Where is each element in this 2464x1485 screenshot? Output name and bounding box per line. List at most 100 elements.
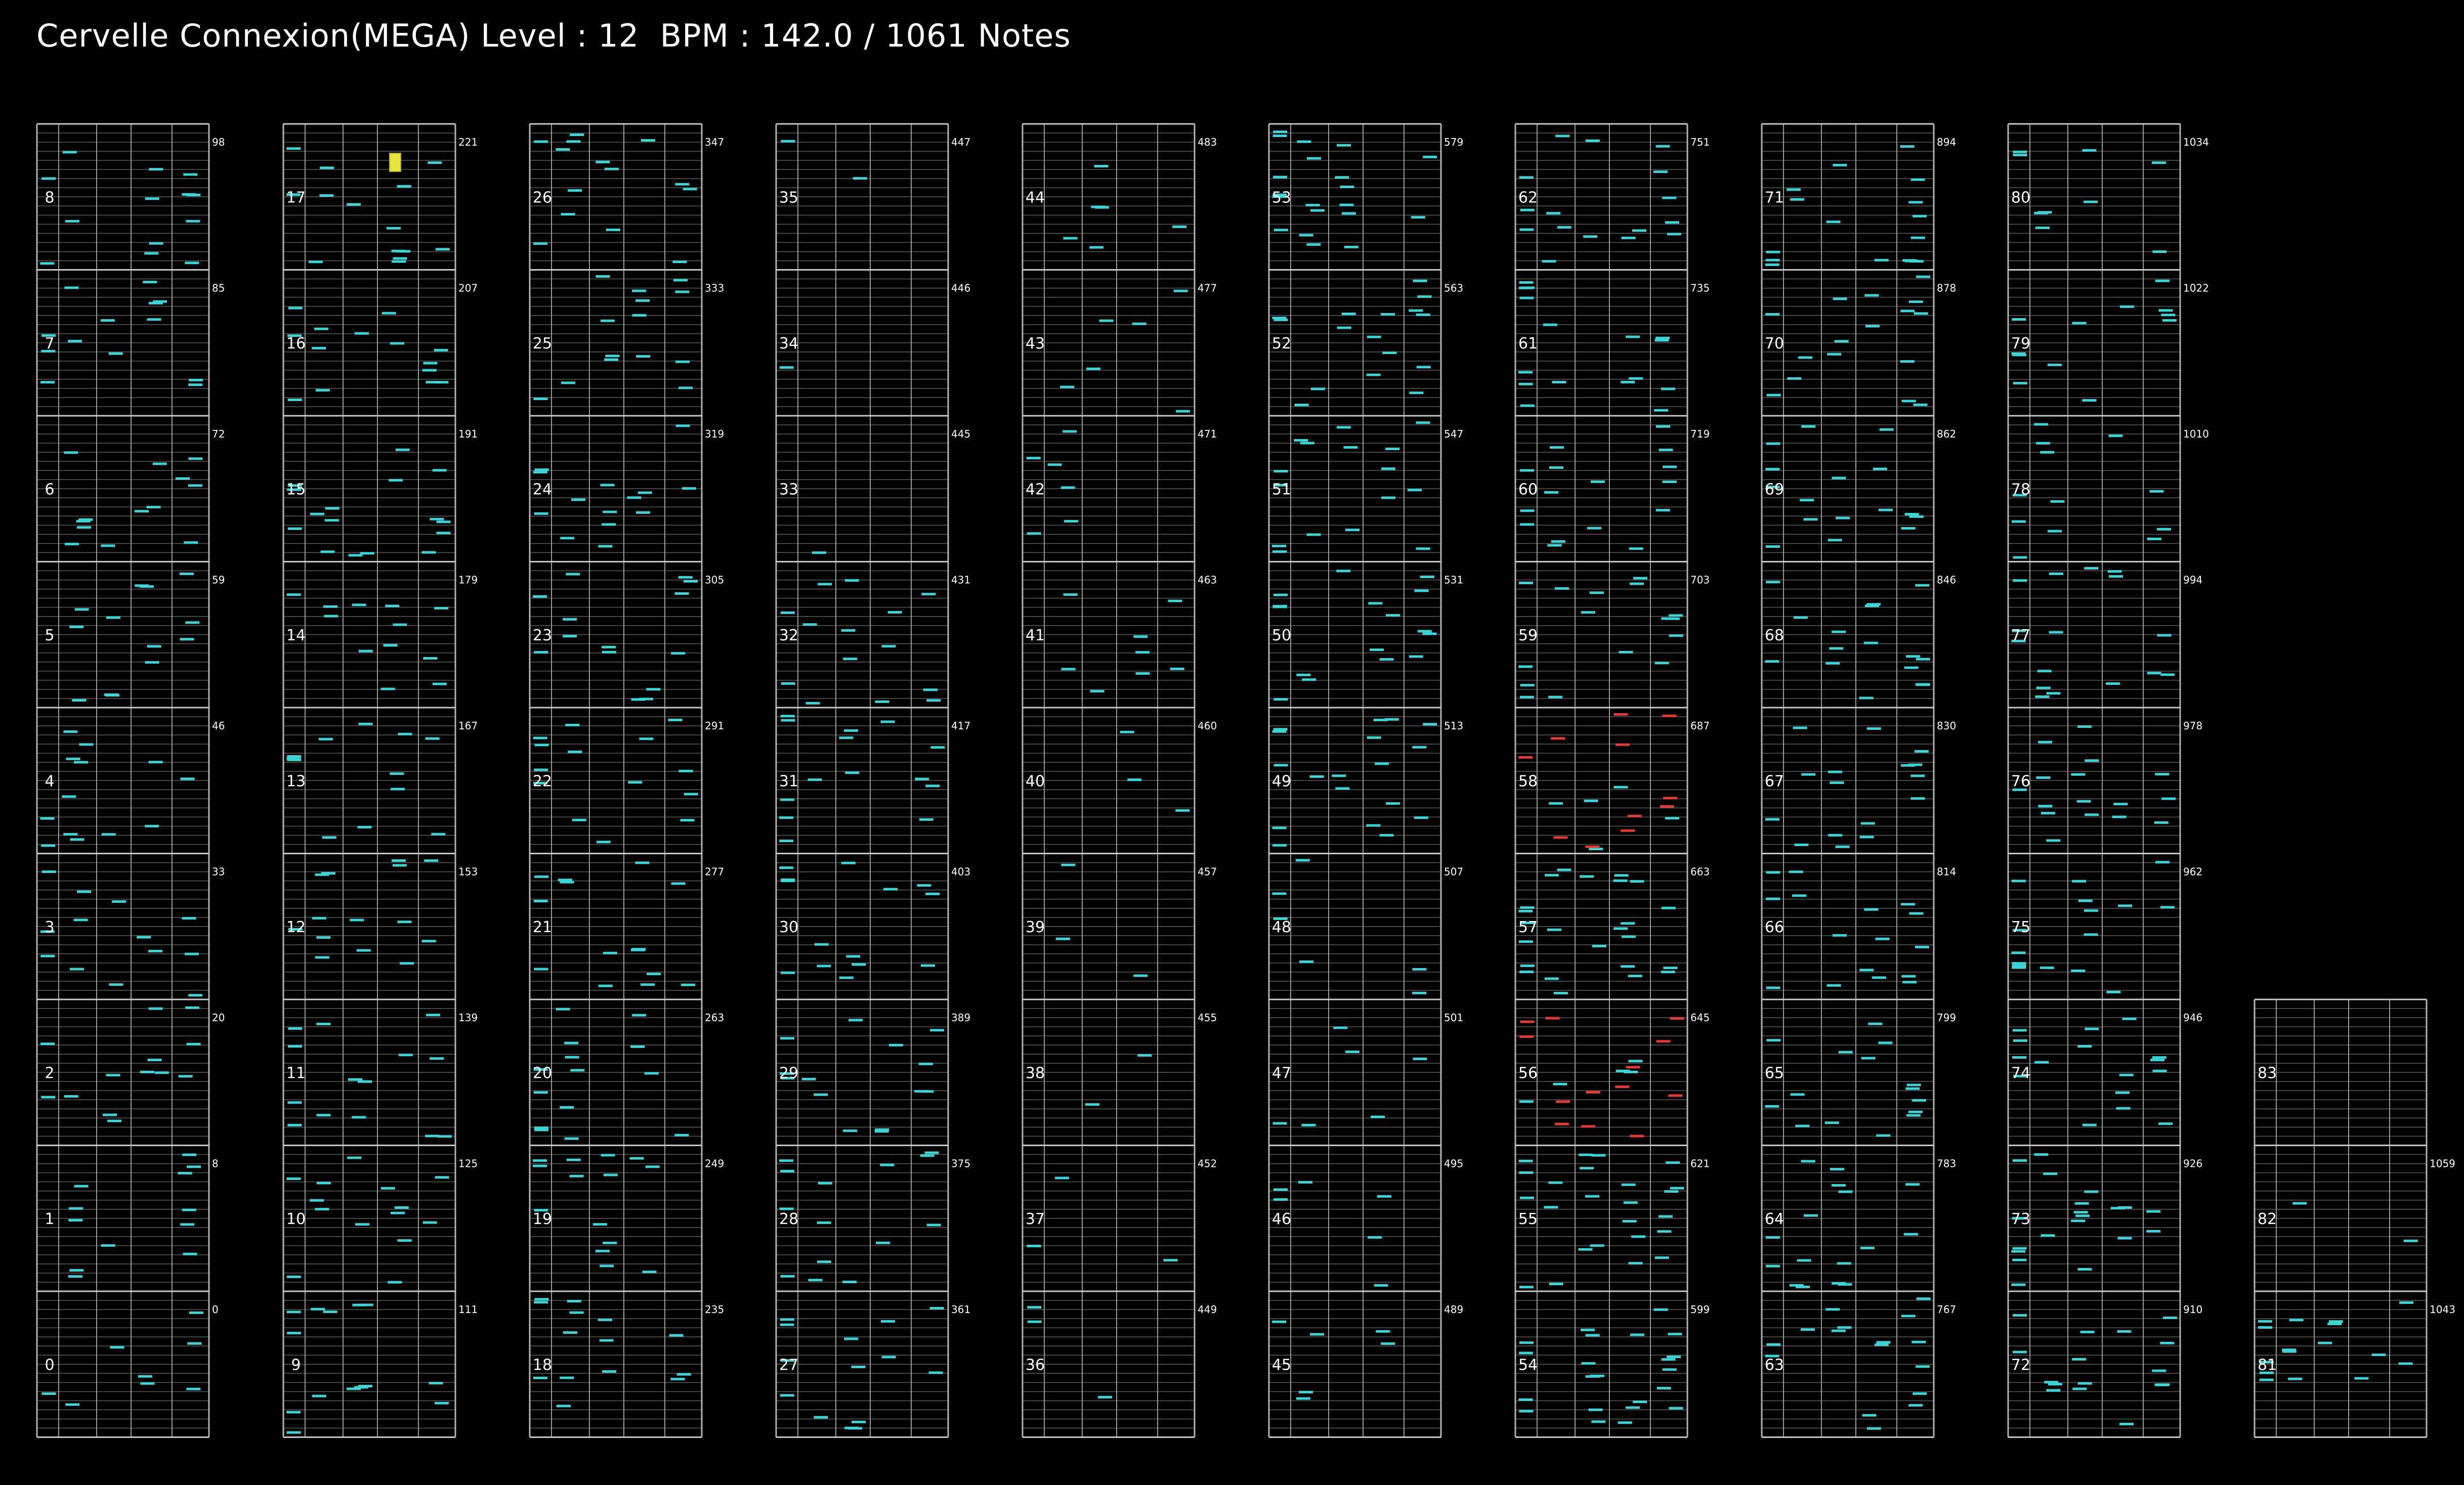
note [842,1281,857,1283]
note [1900,310,1915,313]
note [631,948,646,951]
note [1655,145,1670,148]
note-count-label: 735 [1690,282,1710,294]
note [2013,1350,2027,1353]
note [65,1403,80,1406]
note [631,698,646,701]
note [1660,805,1674,808]
note-count-label: 333 [705,282,724,294]
note [2117,1237,2132,1240]
note [632,1014,647,1017]
note [315,873,329,876]
note [2048,530,2062,533]
note [2160,673,2175,676]
note [140,1071,154,1073]
note [605,355,620,358]
note [312,1394,326,1397]
measure-number: 56 [1518,1064,1538,1082]
note-count-label: 477 [1198,282,1217,294]
note-count-label: 846 [1937,574,1956,586]
note [1423,155,1437,158]
note [1614,874,1629,877]
note [40,381,55,384]
note [138,1375,152,1378]
note [1519,296,1534,299]
note [2076,800,2091,803]
measure-number: 63 [1765,1356,1784,1374]
note [1864,908,1879,911]
note [395,448,410,451]
note [1623,1201,1638,1204]
note [1766,897,1780,900]
note [1830,1168,1844,1171]
note [316,936,331,939]
note [603,951,617,954]
note [598,545,613,548]
note [1381,467,1395,470]
note [2122,1017,2137,1020]
note [1554,1122,1569,1125]
note [2034,1153,2049,1156]
note [1827,353,1842,356]
note [1520,469,1534,472]
note [818,583,832,586]
note [780,1037,795,1040]
note [182,1208,196,1211]
note [880,1163,895,1166]
note [1663,797,1677,800]
note [2012,354,2027,357]
note-count-label: 446 [951,282,970,294]
note [1655,336,1670,339]
note [1613,879,1628,882]
measure-number: 4 [45,772,54,790]
note [1872,976,1886,979]
note [1273,130,1287,134]
measure-number: 26 [533,189,552,206]
note [1027,532,1041,535]
note [2012,1258,2027,1261]
note [563,618,577,621]
measure-number: 58 [1518,772,1538,790]
note [1860,1246,1875,1249]
note [2036,686,2051,689]
note [926,1224,941,1227]
note [676,1373,691,1376]
note [185,1006,200,1009]
note [1664,1190,1679,1193]
note [1654,409,1669,412]
note [678,576,693,579]
note [1826,221,1841,224]
note [1518,371,1533,374]
note-count-label: 46 [212,720,225,732]
note [183,173,198,176]
note [1273,1188,1288,1191]
note [2077,725,2092,728]
note [1085,1103,1099,1106]
note [2040,451,2055,454]
note [286,1311,301,1314]
note [1548,695,1563,698]
note [1409,309,1423,312]
note-count-label: 263 [705,1012,724,1024]
note [434,606,449,609]
note [1669,614,1683,617]
note [852,963,866,966]
note [1916,683,1930,686]
measure-number: 72 [2011,1356,2030,1374]
note [63,730,78,733]
note [2074,1202,2089,1205]
note [1633,577,1647,580]
note [147,645,161,648]
measure-number: 74 [2011,1064,2030,1082]
note [1765,1105,1779,1108]
note [429,1382,443,1385]
note [1630,880,1644,883]
note [1552,381,1566,383]
note [1420,576,1434,578]
note [1376,1330,1390,1333]
note [40,954,55,957]
note-count-label: 319 [705,428,724,440]
note [1026,457,1041,460]
note [1910,236,1925,239]
note [1551,737,1565,740]
